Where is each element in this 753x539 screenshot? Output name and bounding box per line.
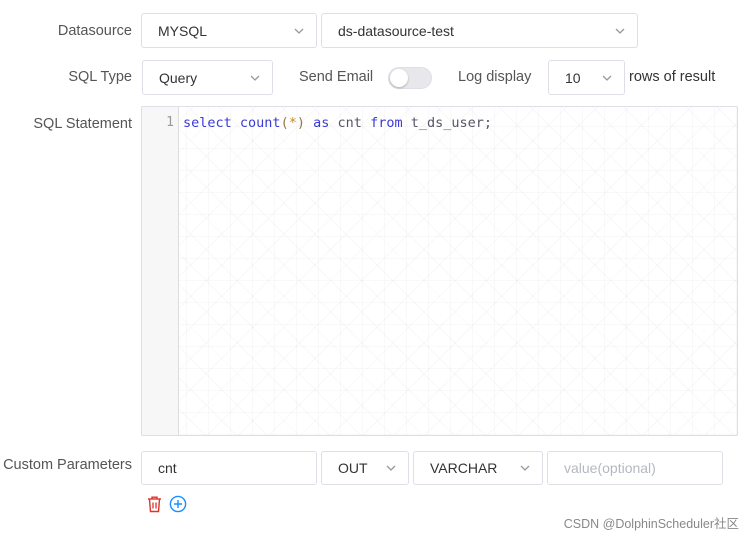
keyword-as: as — [313, 115, 330, 131]
sql-code-editor[interactable]: 1 select count(*) as cnt from t_ds_user; — [141, 106, 738, 436]
code-line[interactable]: select count(*) as cnt from t_ds_user; — [183, 115, 492, 131]
toggle-knob — [390, 69, 408, 87]
watermark-text: CSDN @DolphinScheduler社区 — [563, 517, 739, 531]
alias-token: cnt — [337, 115, 362, 131]
chevron-down-icon — [602, 73, 612, 83]
datasource-label: Datasource — [57, 23, 132, 39]
open-paren: ( — [280, 115, 289, 131]
param-name-value: cnt — [158, 460, 177, 476]
trash-icon[interactable] — [146, 495, 164, 513]
datasource-instance-value: ds-datasource-test — [338, 22, 454, 39]
keyword-select: select — [183, 115, 232, 131]
log-display-label: Log display — [458, 69, 532, 85]
custom-parameters-label: Custom Parameters — [3, 457, 132, 473]
log-display-value: 10 — [565, 69, 581, 86]
plus-circle-icon[interactable] — [169, 495, 187, 513]
send-email-label: Send Email — [299, 69, 374, 85]
param-value-placeholder: value(optional) — [564, 460, 656, 476]
star-token: * — [288, 115, 297, 131]
param-type-select[interactable]: VARCHAR — [413, 451, 543, 485]
param-type-value: VARCHAR — [430, 460, 498, 476]
keyword-from: from — [370, 115, 403, 131]
param-direction-value: OUT — [338, 460, 368, 476]
line-number: 1 — [166, 115, 174, 130]
log-display-suffix: rows of result — [629, 69, 716, 85]
function-count: count — [239, 115, 281, 131]
datasource-instance-select[interactable]: ds-datasource-test — [321, 13, 638, 48]
chevron-down-icon — [615, 26, 625, 36]
sql-type-select[interactable]: Query — [142, 60, 273, 95]
param-name-input[interactable]: cnt — [141, 451, 317, 485]
chevron-down-icon — [294, 26, 304, 36]
param-direction-select[interactable]: OUT — [321, 451, 409, 485]
sql-type-value: Query — [159, 69, 198, 86]
datasource-type-value: MYSQL — [158, 22, 208, 39]
line-number-gutter: 1 — [142, 107, 179, 435]
datasource-type-select[interactable]: MYSQL — [141, 13, 317, 48]
chevron-down-icon — [520, 463, 530, 473]
table-token: t_ds_user; — [410, 115, 492, 131]
chevron-down-icon — [386, 463, 396, 473]
close-paren: ) — [296, 115, 305, 131]
sql-statement-label: SQL Statement — [33, 116, 132, 132]
chevron-down-icon — [250, 73, 260, 83]
log-display-select[interactable]: 10 — [548, 60, 625, 95]
sql-type-label: SQL Type — [68, 69, 132, 85]
send-email-toggle[interactable] — [388, 67, 432, 89]
param-value-input[interactable]: value(optional) — [547, 451, 723, 485]
